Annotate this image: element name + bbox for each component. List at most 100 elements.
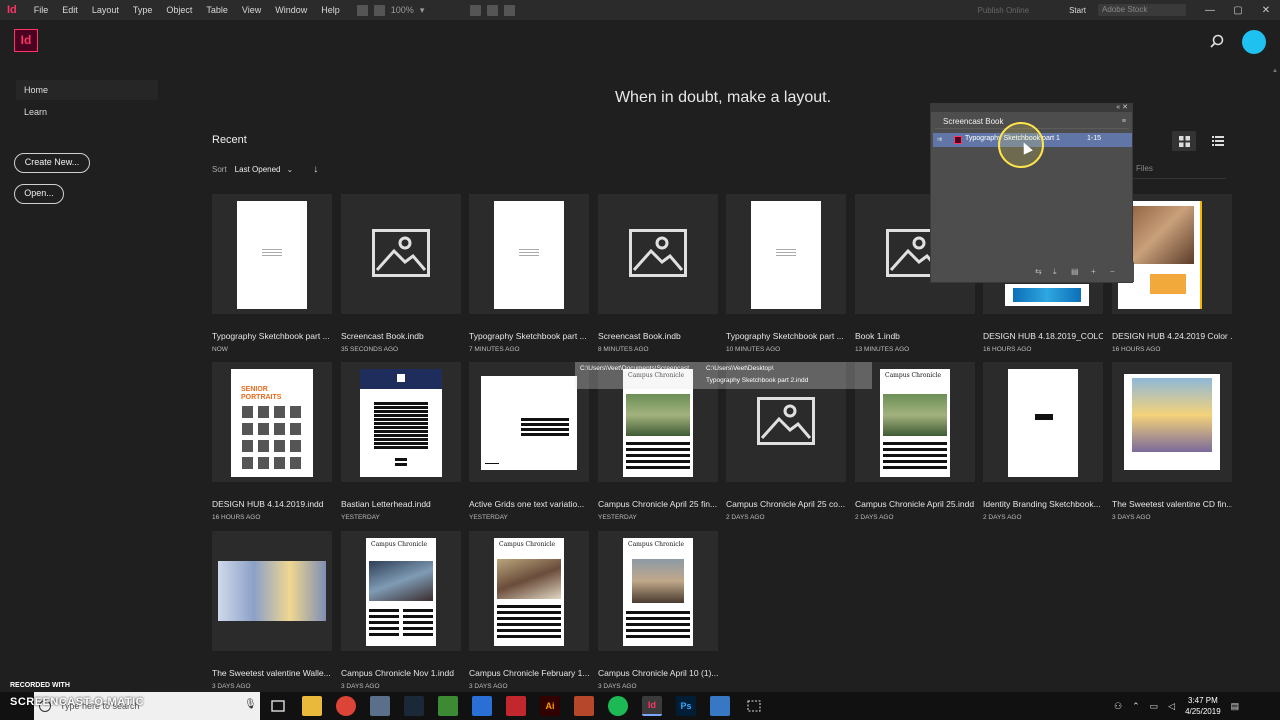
search-icon[interactable]: [1210, 34, 1224, 48]
tray-overflow-icon[interactable]: ⌃: [1132, 701, 1140, 712]
scrollbar[interactable]: [1271, 64, 1277, 692]
workspace-switcher[interactable]: Start: [1069, 6, 1086, 15]
screen-mode-icon[interactable]: [487, 4, 499, 16]
recent-file-card[interactable]: Active Grids one text variatio... YESTERD…: [469, 362, 589, 521]
file-thumbnail[interactable]: [212, 531, 332, 651]
menu-help[interactable]: Help: [321, 5, 340, 15]
file-thumbnail[interactable]: Campus Chronicle: [598, 531, 718, 651]
minimize-icon[interactable]: —: [1196, 5, 1224, 16]
file-thumbnail[interactable]: [1112, 362, 1232, 482]
steam-icon[interactable]: [404, 696, 424, 716]
file-thumbnail[interactable]: [469, 194, 589, 314]
tab-files[interactable]: Files: [1136, 164, 1153, 173]
acrobat-icon[interactable]: [506, 696, 526, 716]
print-book-icon[interactable]: ▤: [1071, 267, 1079, 276]
notepad-icon[interactable]: [438, 696, 458, 716]
menu-type[interactable]: Type: [133, 5, 153, 15]
sort-select[interactable]: Last Opened: [235, 165, 281, 174]
sync-source-icon[interactable]: ⇉: [937, 136, 942, 143]
microphone-icon[interactable]: 🎙: [244, 699, 257, 710]
sidebar-item-home[interactable]: Home: [16, 80, 158, 100]
chrome-icon[interactable]: [336, 696, 356, 716]
file-thumbnail[interactable]: [469, 362, 589, 482]
file-explorer-icon[interactable]: [302, 696, 322, 716]
open-button[interactable]: Open...: [14, 184, 64, 204]
close-icon[interactable]: ✕: [1252, 5, 1280, 16]
adobe-stock-search[interactable]: Adobe Stock: [1098, 4, 1186, 16]
recent-file-card[interactable]: Screencast Book.indb 8 MINUTES AGO: [598, 194, 718, 353]
recent-file-card[interactable]: The Sweetest valentine Walle... 3 DAYS AG…: [212, 531, 332, 690]
recent-file-card[interactable]: Typography Sketchbook part ... 7 MINUTES …: [469, 194, 589, 353]
publish-online-button[interactable]: Publish Online: [978, 6, 1030, 15]
people-icon[interactable]: ⚇: [1114, 701, 1122, 712]
file-thumbnail[interactable]: Campus Chronicle: [855, 362, 975, 482]
menu-layout[interactable]: Layout: [92, 5, 119, 15]
file-thumbnail[interactable]: [341, 362, 461, 482]
close-icon[interactable]: « ✕: [1116, 103, 1128, 111]
menu-window[interactable]: Window: [275, 5, 307, 15]
view-options-icon[interactable]: [470, 4, 482, 16]
save-book-icon[interactable]: ⤓: [1053, 267, 1057, 277]
file-thumbnail[interactable]: [983, 362, 1103, 482]
sort-direction-icon[interactable]: ↓: [313, 164, 318, 175]
spotify-icon[interactable]: [608, 696, 628, 716]
file-thumbnail[interactable]: [598, 194, 718, 314]
recent-file-card[interactable]: Identity Branding Sketchbook... 2 DAYS AG…: [983, 362, 1103, 521]
recent-file-card[interactable]: Typography Sketchbook part ... 10 MINUTES…: [726, 194, 846, 353]
maps-icon[interactable]: [472, 696, 492, 716]
arrange-documents-icon[interactable]: [504, 4, 516, 16]
recent-file-card[interactable]: SENIOR PORTRAITS DESIGN HUB 4.14.2019.indd…: [212, 362, 332, 521]
menu-edit[interactable]: Edit: [62, 5, 78, 15]
recent-file-card[interactable]: Bastian Letterhead.indd YESTERDAY: [341, 362, 461, 521]
stock-icon[interactable]: [373, 4, 385, 16]
drag-tooltip: C:\Users\Veet\Documents\Screencast C:\Us…: [575, 362, 872, 389]
file-thumbnail[interactable]: SENIOR PORTRAITS: [212, 362, 332, 482]
recent-file-card[interactable]: Campus Chronicle Campus Chronicle Februar…: [469, 531, 589, 690]
snipping-tool-icon[interactable]: [744, 696, 764, 716]
media-encoder-icon[interactable]: [710, 696, 730, 716]
task-view-icon[interactable]: [268, 696, 288, 716]
file-thumbnail[interactable]: [341, 194, 461, 314]
camera-app-icon[interactable]: [370, 696, 390, 716]
file-thumbnail[interactable]: [212, 194, 332, 314]
file-thumbnail[interactable]: Campus Chronicle: [469, 531, 589, 651]
grid-view-icon[interactable]: [1172, 131, 1196, 151]
bridge-icon[interactable]: [356, 4, 368, 16]
document-preview: [751, 201, 821, 309]
notifications-icon[interactable]: ▤: [1231, 701, 1240, 712]
maximize-icon[interactable]: ▢: [1224, 5, 1252, 16]
sidebar-item-learn[interactable]: Learn: [16, 102, 158, 122]
recent-file-card[interactable]: Campus Chronicle Campus Chronicle Nov 1.i…: [341, 531, 461, 690]
chevron-down-icon[interactable]: ⌄: [286, 165, 293, 174]
avatar[interactable]: [1242, 30, 1266, 54]
recent-file-card[interactable]: Screencast Book.indb 35 SECONDS AGO: [341, 194, 461, 353]
panel-title[interactable]: Screencast Book: [943, 117, 1003, 126]
create-new-button[interactable]: Create New...: [14, 153, 90, 173]
recent-file-card[interactable]: Typography Sketchbook part ... NOW: [212, 194, 332, 353]
scroll-up-icon[interactable]: ▲: [1272, 68, 1278, 74]
photoshop-icon[interactable]: Ps: [676, 696, 696, 716]
media-app-icon[interactable]: [574, 696, 594, 716]
volume-icon[interactable]: ◁: [1168, 701, 1175, 712]
file-thumbnail[interactable]: [726, 194, 846, 314]
menu-file[interactable]: File: [34, 5, 49, 15]
indesign-taskbar-icon[interactable]: Id: [642, 696, 662, 716]
illustrator-icon[interactable]: Ai: [540, 696, 560, 716]
chevron-down-icon[interactable]: ▾: [420, 5, 425, 16]
recent-file-card[interactable]: The Sweetest valentine CD fin... 3 DAYS A…: [1112, 362, 1232, 521]
clock[interactable]: 3:47 PM 4/25/2019: [1185, 695, 1221, 717]
zoom-level[interactable]: 100%: [391, 5, 414, 15]
synchronize-icon[interactable]: ⇆: [1035, 267, 1042, 276]
recent-file-card[interactable]: Campus Chronicle Campus Chronicle April 1…: [598, 531, 718, 690]
file-thumbnail[interactable]: Campus Chronicle: [341, 531, 461, 651]
list-view-icon[interactable]: [1206, 131, 1230, 151]
panel-header[interactable]: « ✕: [931, 104, 1132, 112]
panel-menu-icon[interactable]: ≡: [1122, 118, 1126, 125]
remove-document-icon[interactable]: −: [1110, 267, 1115, 276]
menu-view[interactable]: View: [242, 5, 261, 15]
menu-table[interactable]: Table: [206, 5, 228, 15]
recent-file-card[interactable]: Campus Chronicle Campus Chronicle April 2…: [855, 362, 975, 521]
network-icon[interactable]: ▭: [1150, 701, 1159, 712]
add-document-icon[interactable]: +: [1091, 267, 1096, 276]
menu-object[interactable]: Object: [166, 5, 192, 15]
